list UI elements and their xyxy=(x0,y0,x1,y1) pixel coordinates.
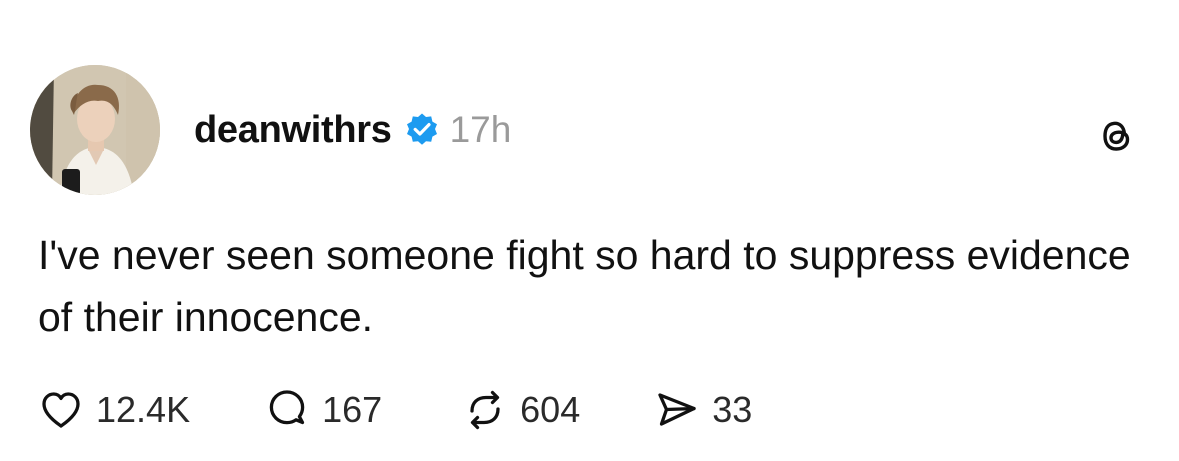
reply-count: 167 xyxy=(322,389,383,430)
post-text: I've never seen someone fight so hard to… xyxy=(38,232,1131,340)
repost-count: 604 xyxy=(520,389,581,430)
reply-button[interactable]: 167 xyxy=(264,384,382,436)
share-count: 33 xyxy=(712,389,753,430)
share-button[interactable]: 33 xyxy=(654,384,752,436)
repost-arrows-icon xyxy=(470,390,500,430)
avatar[interactable] xyxy=(30,65,160,195)
repost-button[interactable]: 604 xyxy=(462,384,580,436)
comment-bubble-icon xyxy=(269,390,305,425)
heart-icon xyxy=(42,392,80,428)
post-actions: 12.4K 167 604 33 xyxy=(38,384,752,436)
timestamp: 17h xyxy=(449,109,512,150)
verified-badge-icon xyxy=(404,112,440,148)
username[interactable]: deanwithrs xyxy=(194,109,392,152)
avatar-photo xyxy=(30,65,160,195)
post-header: deanwithrs 17h xyxy=(194,108,511,152)
like-button[interactable]: 12.4K xyxy=(38,384,190,436)
threads-logo-icon[interactable] xyxy=(1093,113,1139,159)
threads-post: deanwithrs 17h I've never seen someone f… xyxy=(0,0,1179,461)
like-count: 12.4K xyxy=(96,389,191,430)
paper-plane-icon xyxy=(658,393,696,426)
